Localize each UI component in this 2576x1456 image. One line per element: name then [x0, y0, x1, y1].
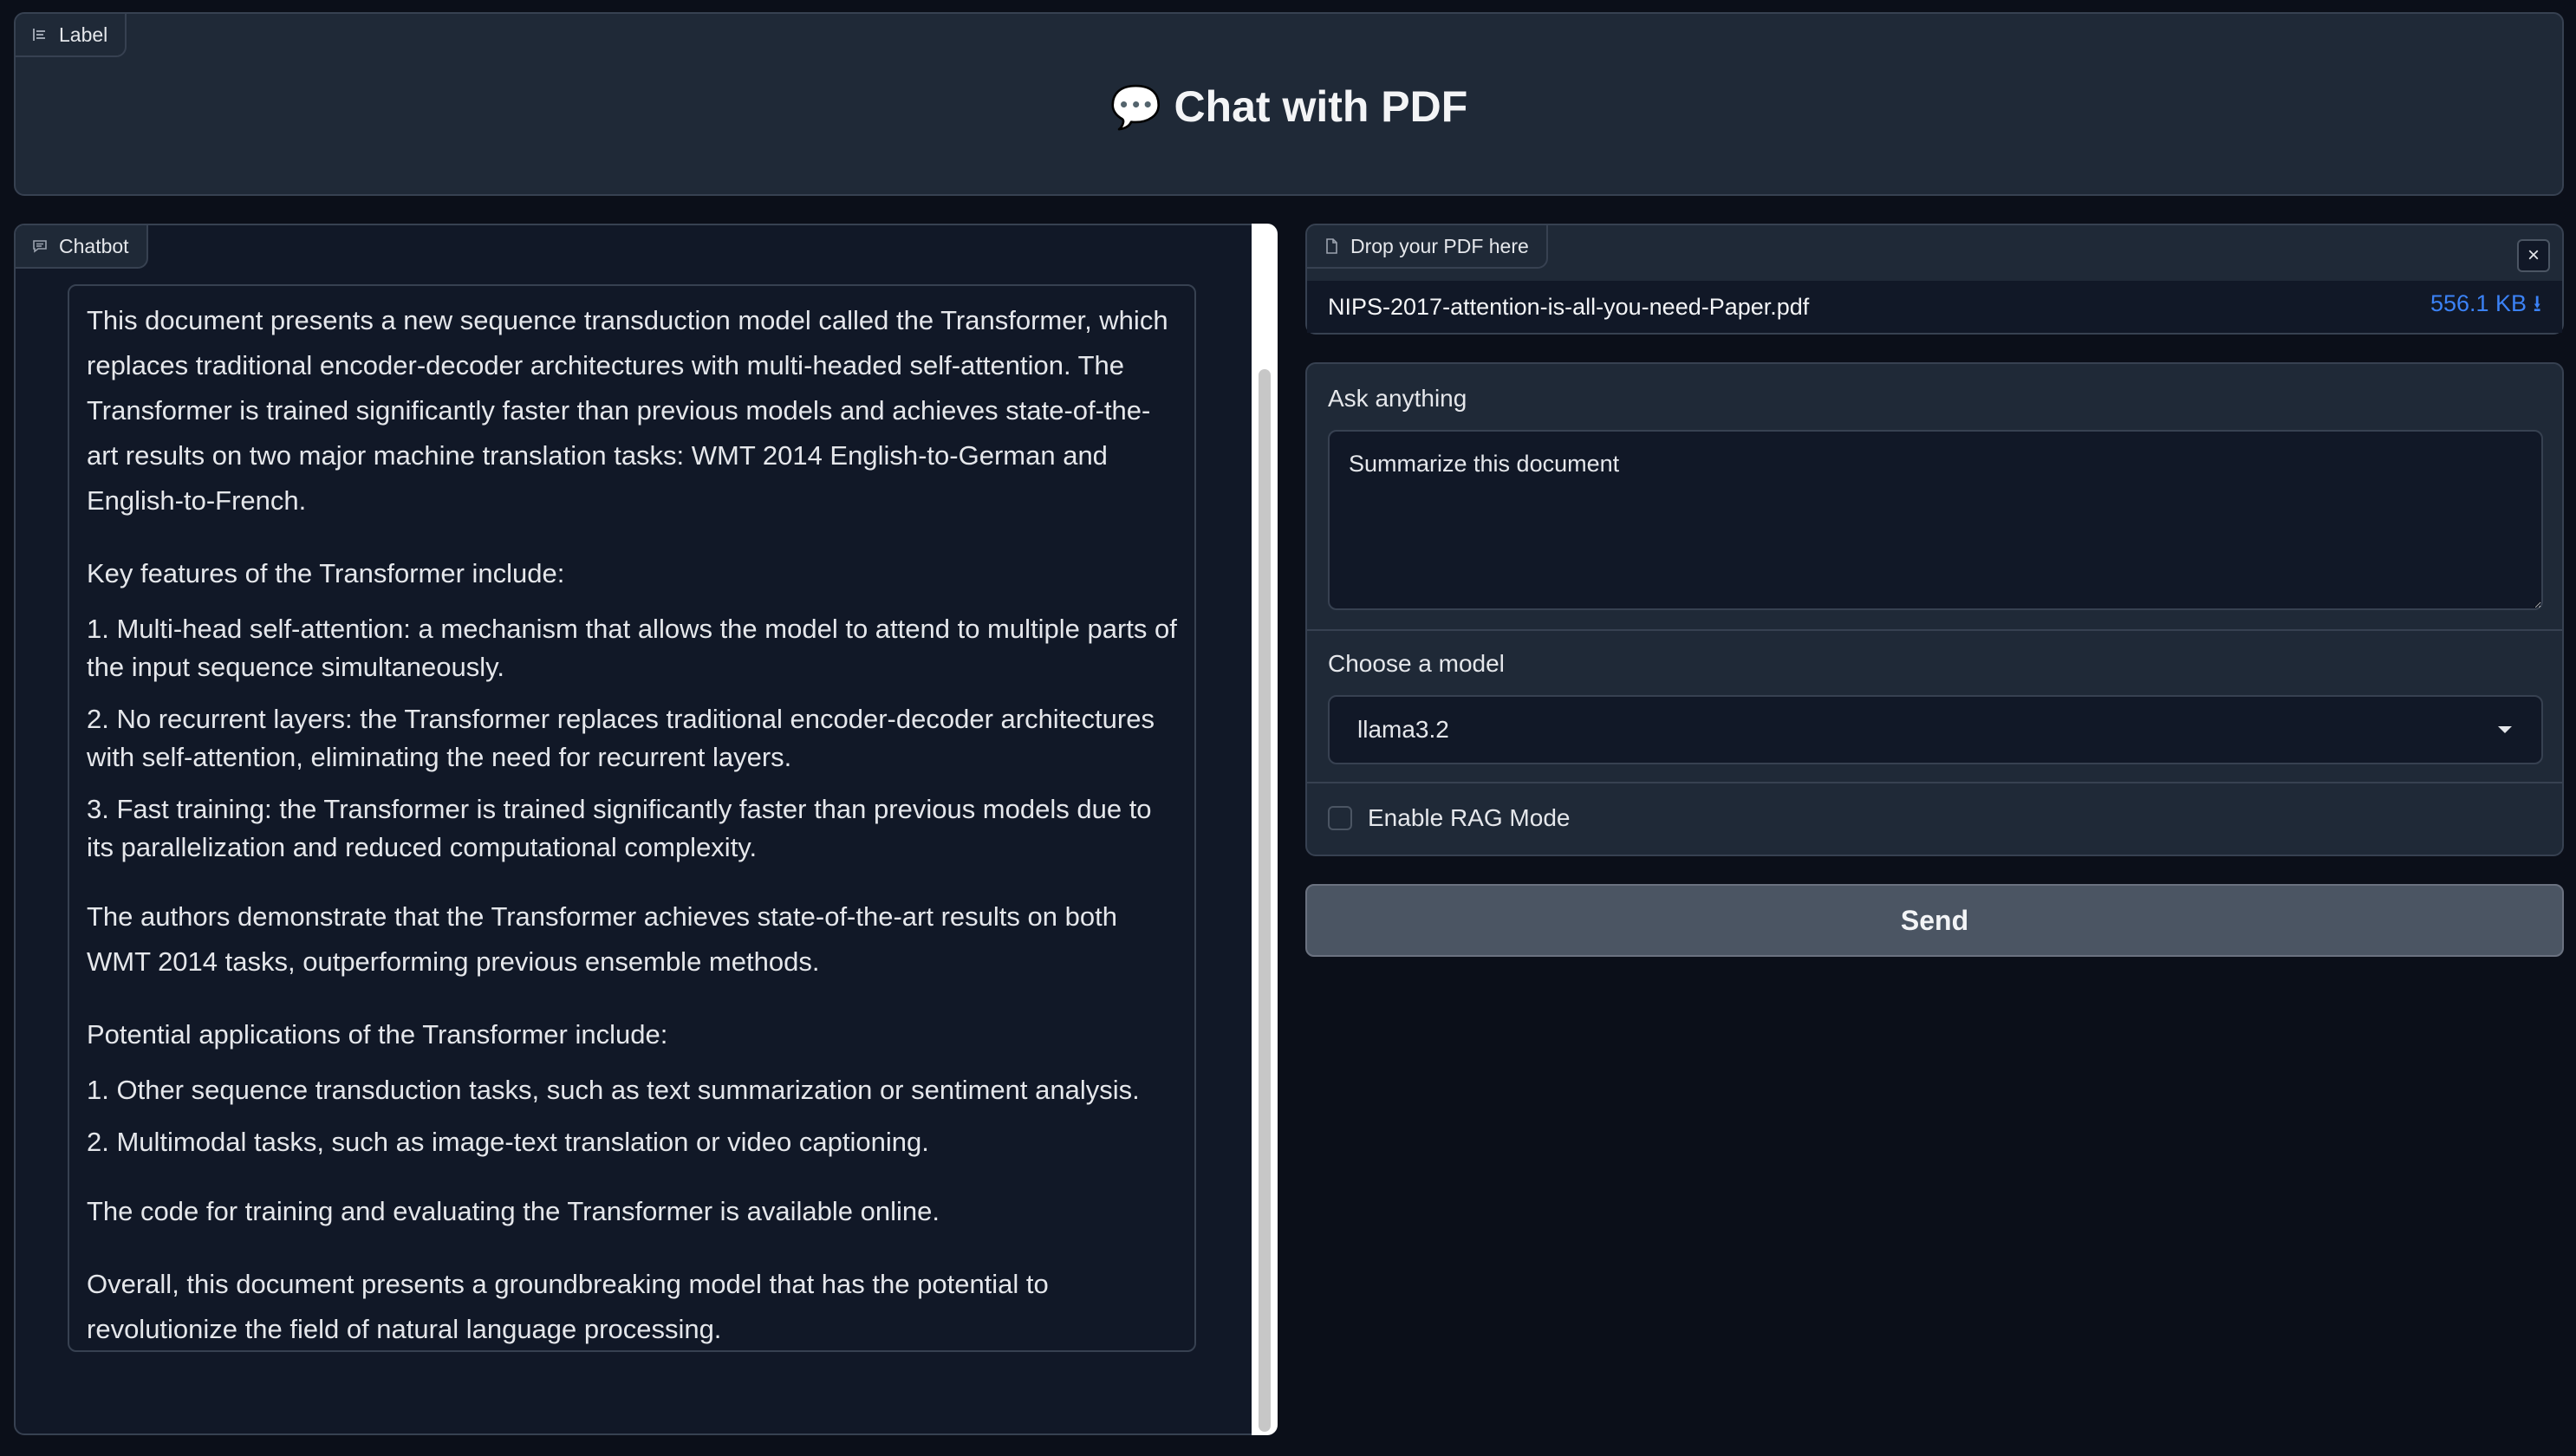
- pdf-upload-tag-text: Drop your PDF here: [1350, 234, 1529, 257]
- chatbot-tag: Chatbot: [16, 225, 148, 269]
- label-icon: [33, 29, 45, 41]
- chatbot-scroll-thumb[interactable]: [1259, 369, 1271, 1432]
- divider: [1307, 629, 2562, 631]
- page-title-text: Chat with PDF: [1174, 82, 1468, 131]
- file-icon: [1326, 238, 1337, 254]
- message-paragraph: The code for training and evaluating the…: [87, 1196, 940, 1226]
- message-paragraph: This document presents a new sequence tr…: [87, 305, 1168, 516]
- chatbot-tag-text: Chatbot: [59, 234, 129, 257]
- header-panel: Label 💬 Chat with PDF: [14, 12, 2564, 196]
- caret-down-icon: [2498, 726, 2512, 733]
- model-dropdown[interactable]: llama3.2: [1328, 695, 2543, 764]
- speech-bubble-icon: 💬: [1109, 84, 1162, 131]
- chat-icon: [33, 240, 47, 253]
- rag-mode-label: Enable RAG Mode: [1368, 804, 1571, 831]
- rag-mode-row[interactable]: Enable RAG Mode: [1328, 804, 1570, 832]
- message-list-item: 1. Multi-head self-attention: a mechanis…: [87, 614, 1177, 682]
- model-label: Choose a model: [1328, 650, 1505, 677]
- page-title: 💬 Chat with PDF: [16, 81, 2562, 132]
- model-selected-value: llama3.2: [1357, 716, 1449, 743]
- message-paragraph: Key features of the Transformer include:: [87, 558, 565, 588]
- file-download-link[interactable]: 556.1 KB ⭳: [2430, 287, 2541, 327]
- pdf-upload-tag: Drop your PDF here: [1307, 225, 1548, 269]
- pdf-upload-panel[interactable]: Drop your PDF here × NIPS-2017-attention…: [1305, 224, 2564, 335]
- uploaded-file-row: NIPS-2017-attention-is-all-you-need-Pape…: [1307, 281, 2562, 333]
- send-button[interactable]: Send: [1305, 884, 2564, 957]
- clear-file-button[interactable]: ×: [2517, 239, 2550, 272]
- bot-message: This document presents a new sequence tr…: [68, 284, 1196, 1352]
- message-paragraph: Overall, this document presents a ground…: [87, 1269, 1049, 1344]
- file-name: NIPS-2017-attention-is-all-you-need-Pape…: [1328, 293, 1810, 320]
- message-list-item: 3. Fast training: the Transformer is tra…: [87, 794, 1152, 862]
- rag-mode-checkbox[interactable]: [1328, 806, 1352, 830]
- chatbot-panel: Chatbot This document presents a new seq…: [14, 224, 1278, 1435]
- message-list-item: 1. Other sequence transduction tasks, su…: [87, 1075, 1140, 1105]
- message-list-item: 2. No recurrent layers: the Transformer …: [87, 704, 1155, 772]
- query-form-panel: Ask anything Summarize this document Cho…: [1305, 362, 2564, 856]
- close-icon: ×: [2527, 244, 2540, 267]
- ask-label: Ask anything: [1328, 385, 1467, 412]
- message-paragraph: The authors demonstrate that the Transfo…: [87, 901, 1117, 977]
- ask-input[interactable]: Summarize this document: [1328, 430, 2543, 610]
- label-tag: Label: [16, 14, 127, 57]
- divider: [1307, 782, 2562, 783]
- message-list-item: 2. Multimodal tasks, such as image-text …: [87, 1127, 929, 1157]
- message-paragraph: Potential applications of the Transforme…: [87, 1019, 668, 1050]
- label-tag-text: Label: [59, 23, 108, 46]
